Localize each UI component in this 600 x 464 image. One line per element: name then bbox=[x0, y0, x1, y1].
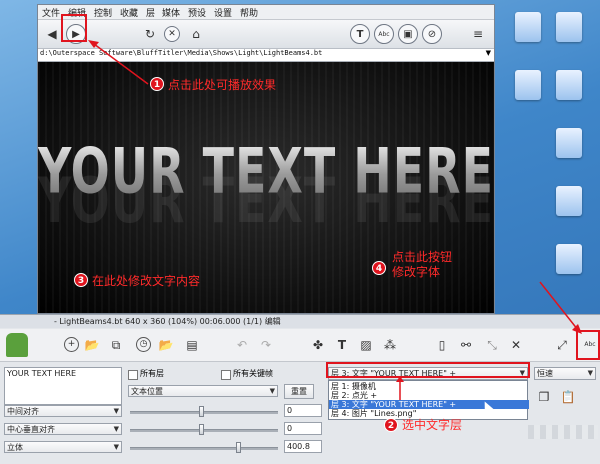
annotation-arrows bbox=[88, 40, 582, 400]
arrow-1 bbox=[93, 43, 149, 85]
arrow-2-head bbox=[396, 376, 404, 382]
callout-2-number: 2 bbox=[384, 418, 398, 432]
callout-3-text: 在此处修改文字内容 bbox=[92, 274, 201, 288]
callout-1-number: 1 bbox=[150, 77, 164, 91]
callout-2-text: 选中文字层 bbox=[402, 418, 463, 432]
callout-4-number: 4 bbox=[372, 261, 386, 275]
callout-1-text: 点击此处可播放效果 bbox=[168, 78, 277, 92]
callout-4-text2: 修改字体 bbox=[392, 265, 441, 279]
arrow-4 bbox=[539, 281, 579, 331]
callout-3-number: 3 bbox=[74, 273, 88, 287]
